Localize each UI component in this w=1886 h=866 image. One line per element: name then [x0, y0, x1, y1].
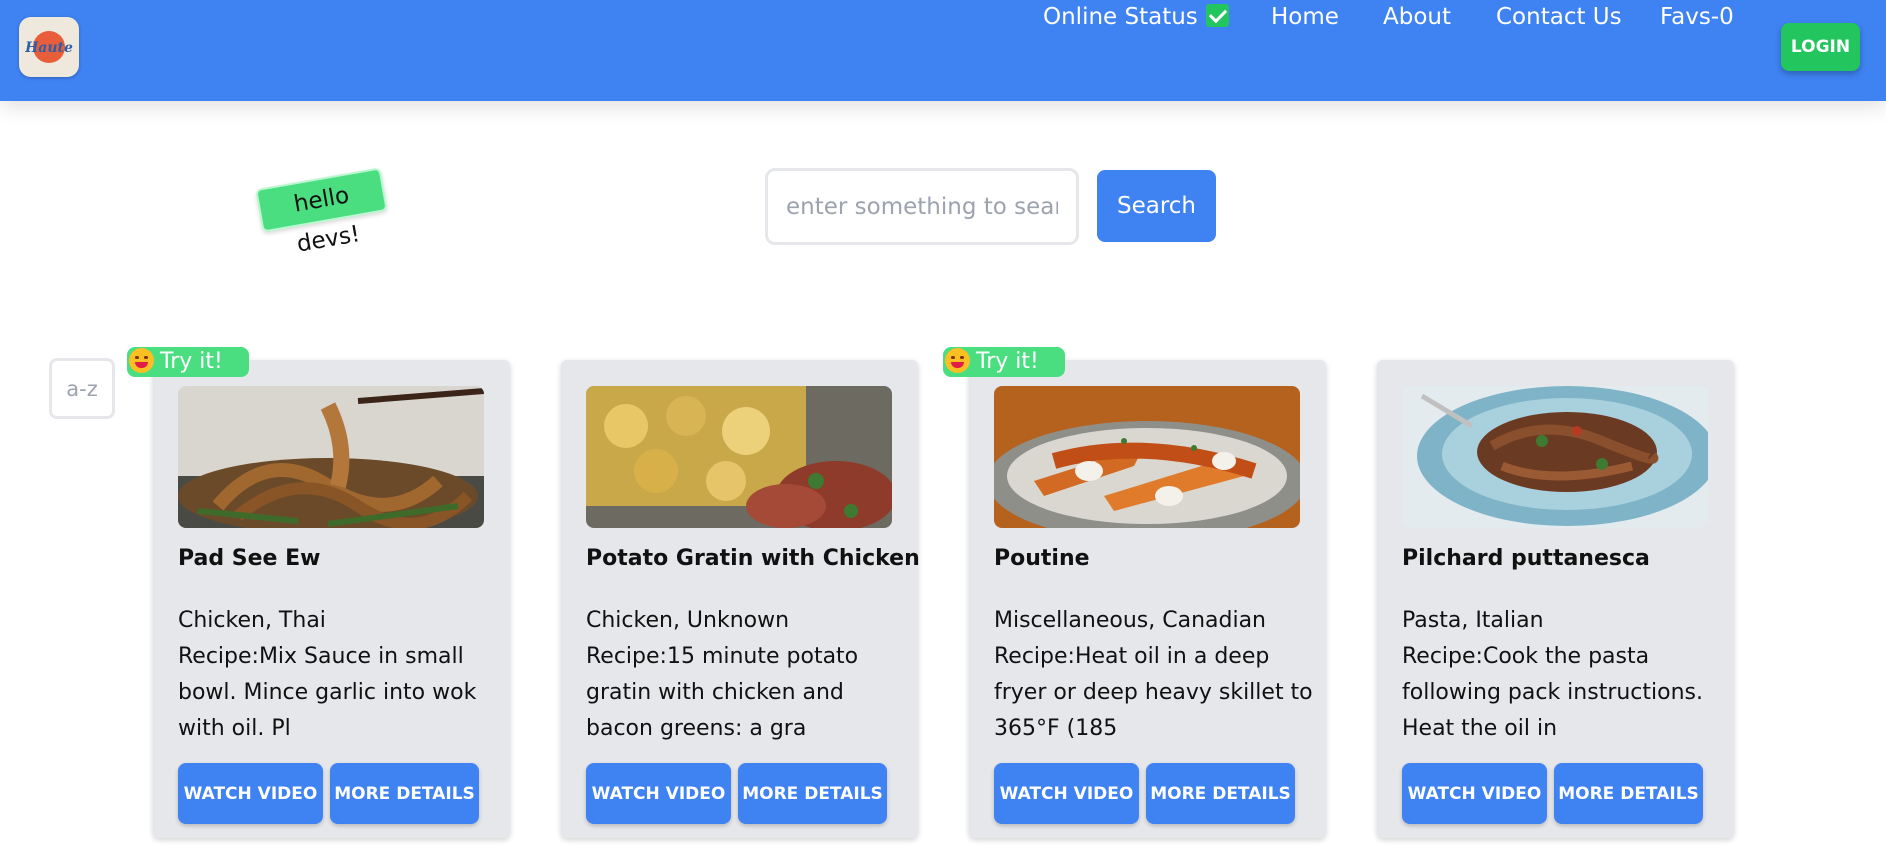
recipe-line: 365°F (185 [994, 716, 1118, 741]
hello-devs-sticker: hello devs! [255, 167, 388, 258]
recipe-title: Pilchard puttanesca [1402, 546, 1650, 571]
nav-about[interactable]: About [1383, 0, 1451, 34]
recipe-category: Pasta, Italian [1402, 608, 1544, 633]
nav-home[interactable]: Home [1271, 0, 1339, 34]
recipe-category: Chicken, Unknown [586, 608, 790, 633]
recipe-title: Poutine [994, 546, 1090, 571]
more-details-button[interactable]: MORE DETAILS [1554, 763, 1703, 824]
more-details-button[interactable]: MORE DETAILS [330, 763, 479, 824]
recipe-description: Pasta, Italian Recipe:Cook the pasta fol… [1402, 603, 1703, 747]
recipe-line: with oil. Pl [178, 716, 291, 741]
search-input[interactable] [765, 168, 1079, 245]
login-button[interactable]: LOGIN [1781, 23, 1860, 71]
yum-face-icon [129, 348, 154, 373]
navbar: Haute Online Status Home About Contact U… [0, 0, 1886, 101]
recipe-image [586, 386, 892, 528]
recipe-line: Recipe:Heat oil in a deep [994, 644, 1270, 669]
checkmark-icon [1205, 4, 1229, 27]
logo-icon: Haute [25, 31, 73, 63]
recipe-title: Potato Gratin with Chicken [586, 546, 920, 571]
watch-video-button[interactable]: WATCH VIDEO [994, 763, 1139, 824]
recipe-description: Miscellaneous, Canadian Recipe:Heat oil … [994, 603, 1313, 747]
try-it-badge: Try it! [127, 347, 249, 377]
recipe-line: Heat the oil in [1402, 716, 1558, 741]
watch-video-button[interactable]: WATCH VIDEO [586, 763, 731, 824]
recipe-line: following pack instructions. [1402, 680, 1703, 705]
watch-video-button[interactable]: WATCH VIDEO [1402, 763, 1547, 824]
recipe-line: gratin with chicken and [586, 680, 844, 705]
nav-contact[interactable]: Contact Us [1496, 0, 1622, 34]
more-details-button[interactable]: MORE DETAILS [738, 763, 887, 824]
try-it-label: Try it! [976, 349, 1039, 374]
recipe-line: bacon greens: a gra [586, 716, 807, 741]
recipe-line: Recipe:Mix Sauce in small [178, 644, 464, 669]
recipe-image [178, 386, 484, 528]
recipe-title: Pad See Ew [178, 546, 321, 571]
recipe-description: Chicken, Thai Recipe:Mix Sauce in small … [178, 603, 478, 747]
try-it-label: Try it! [160, 349, 223, 374]
nav-online-status: Online Status [1043, 0, 1229, 34]
yum-face-icon [945, 348, 970, 373]
logo[interactable]: Haute [19, 17, 79, 77]
recipe-line: Recipe:Cook the pasta [1402, 644, 1650, 669]
recipe-description: Chicken, Unknown Recipe:15 minute potato… [586, 603, 886, 747]
more-details-button[interactable]: MORE DETAILS [1146, 763, 1295, 824]
nav-favs[interactable]: Favs-0 [1660, 0, 1734, 34]
sort-az-button[interactable]: a-z [49, 358, 115, 419]
recipe-line: fryer or deep heavy skillet to [994, 680, 1313, 705]
recipe-image [1402, 386, 1708, 528]
recipe-card: Poutine Miscellaneous, Canadian Recipe:H… [969, 360, 1326, 838]
recipe-category: Miscellaneous, Canadian [994, 608, 1266, 633]
recipe-image [994, 386, 1300, 528]
svg-text:Haute: Haute [25, 40, 73, 56]
recipe-card: Pad See Ew Chicken, Thai Recipe:Mix Sauc… [153, 360, 510, 838]
online-status-label: Online Status [1043, 4, 1198, 30]
recipe-card: Potato Gratin with Chicken Chicken, Unkn… [561, 360, 920, 838]
recipe-card: Pilchard puttanesca Pasta, Italian Recip… [1377, 360, 1734, 838]
recipe-category: Chicken, Thai [178, 608, 326, 633]
recipe-line: Recipe:15 minute potato [586, 644, 859, 669]
search-button[interactable]: Search [1097, 170, 1216, 242]
recipe-line: bowl. Mince garlic into wok [178, 680, 477, 705]
watch-video-button[interactable]: WATCH VIDEO [178, 763, 323, 824]
try-it-badge: Try it! [943, 347, 1065, 377]
